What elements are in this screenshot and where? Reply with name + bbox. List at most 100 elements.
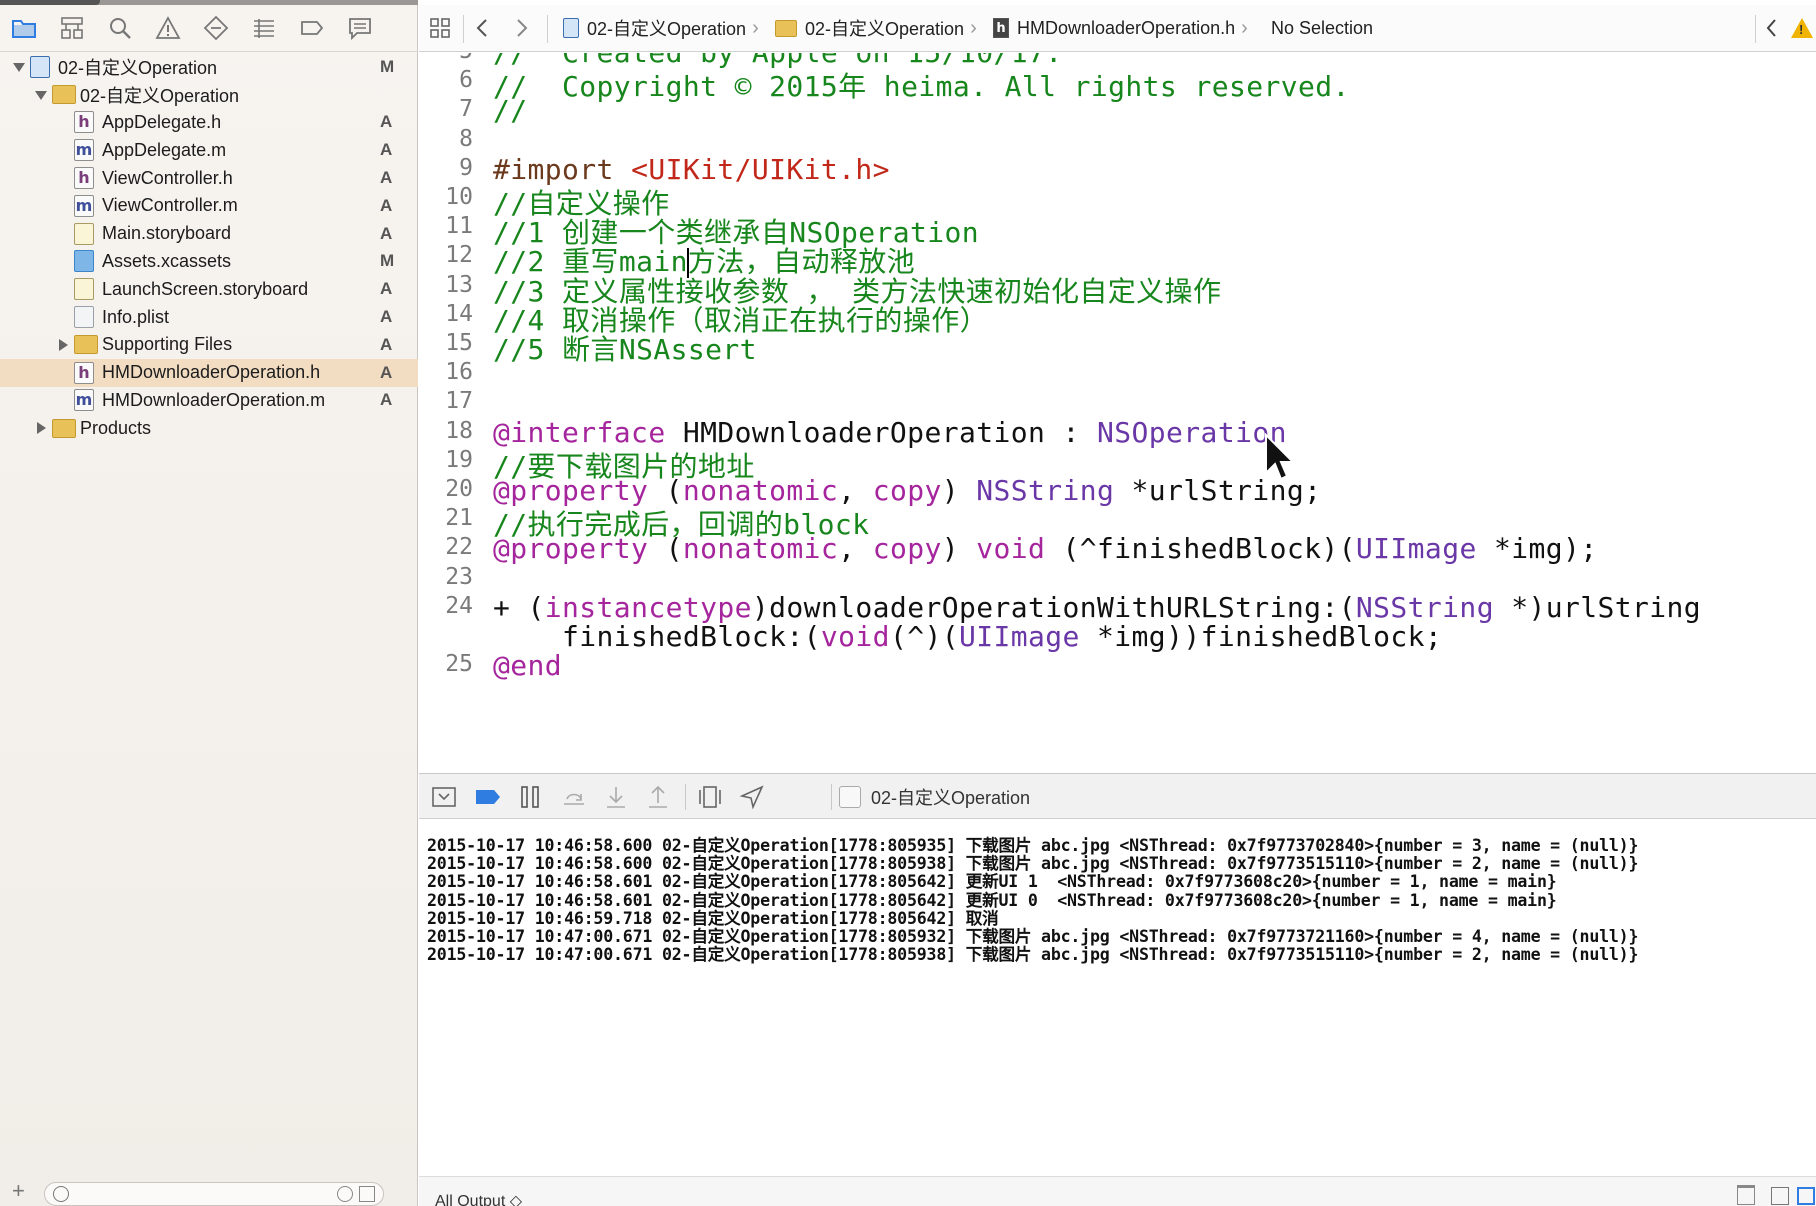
- step-out-button[interactable]: [643, 782, 673, 812]
- line-number: 13: [445, 271, 473, 298]
- disclosure-closed-icon[interactable]: [34, 421, 48, 435]
- console-output[interactable]: 2015-10-17 10:46:58.600 02-自定义Operation[…: [419, 820, 1816, 1176]
- line-number: 18: [445, 417, 473, 444]
- diamond-icon: [203, 15, 229, 41]
- plist-icon: [74, 306, 94, 329]
- debug-bar: 02-自定义Operation: [419, 773, 1816, 819]
- step-into-button[interactable]: [601, 782, 631, 812]
- code-token: #import: [493, 152, 632, 186]
- simulate-location-button[interactable]: [737, 782, 767, 812]
- code-token: //5 断言NSAssert: [493, 333, 757, 366]
- jump-bar-file[interactable]: h HMDownloaderOperation.h ›: [993, 5, 1248, 52]
- debug-target[interactable]: 02-自定义Operation: [839, 774, 1030, 820]
- breakpoint-navigator-tab[interactable]: [288, 5, 336, 52]
- code-line[interactable]: //5 断言NSAssert: [493, 328, 757, 368]
- project-navigator-tab[interactable]: [0, 5, 48, 52]
- jump-bar-selection[interactable]: No Selection: [1271, 5, 1373, 52]
- file-tree-item[interactable]: LaunchScreen.storyboard A: [0, 275, 418, 303]
- line-number: 10: [445, 184, 473, 210]
- file-tree-item-label: Products: [80, 417, 152, 438]
- file-tree-item[interactable]: Assets.xcassets M: [0, 248, 418, 276]
- code-line[interactable]: @property (nonatomic, copy) NSString *ur…: [493, 474, 1321, 507]
- line-number: 9: [459, 154, 473, 181]
- file-tree-item[interactable]: Supporting Files A: [0, 331, 418, 359]
- storyboard-icon: [74, 278, 94, 301]
- recent-files-icon[interactable]: [337, 1186, 353, 1202]
- jump-bar-project[interactable]: 02-自定义Operation ›: [563, 5, 759, 52]
- file-tree-item[interactable]: m ViewController.m A: [0, 192, 418, 220]
- report-navigator-tab[interactable]: [336, 5, 384, 52]
- go-forward-button[interactable]: [511, 5, 531, 52]
- add-file-icon[interactable]: +: [12, 1178, 25, 1204]
- code-token: ,: [838, 532, 873, 566]
- file-tree-item[interactable]: 02-自定义Operation: [0, 81, 418, 109]
- line-number: 20: [445, 476, 473, 502]
- file-tree-item[interactable]: h AppDelegate.h A: [0, 109, 418, 137]
- go-back-button[interactable]: [473, 5, 493, 52]
- view-debugger-button[interactable]: [695, 782, 725, 812]
- location-arrow-icon: [739, 785, 764, 810]
- hide-debug-area-button[interactable]: [429, 782, 459, 812]
- line-number: 15: [445, 330, 473, 356]
- code-token: UIImage: [1355, 532, 1477, 566]
- file-tree-item[interactable]: h HMDownloaderOperation.h A: [0, 358, 418, 387]
- trash-icon[interactable]: [1737, 1185, 1755, 1205]
- code-token: *)urlString: [1493, 590, 1702, 624]
- code-line[interactable]: + (instancetype)downloaderOperationWithU…: [493, 591, 1701, 624]
- breakpoints-toggle-button[interactable]: [473, 782, 503, 812]
- code-line[interactable]: @end: [493, 649, 562, 682]
- source-editor[interactable]: 5 6789 10 11121314 15 16171819 20 21222324 25 //…: [419, 53, 1816, 773]
- pause-button[interactable]: [515, 782, 545, 812]
- code-token: (: [648, 474, 683, 507]
- folder-icon: [74, 335, 98, 355]
- file-tree-item[interactable]: Products: [0, 414, 418, 442]
- source-control-status-badge: A: [380, 307, 393, 327]
- code-line[interactable]: finishedBlock:(void(^)(UIImage *img))fin…: [493, 620, 1442, 653]
- file-tree-item[interactable]: Main.storyboard A: [0, 220, 418, 248]
- code-line[interactable]: //: [493, 94, 528, 127]
- symbol-navigator-tab[interactable]: [48, 5, 96, 52]
- previous-issue-button[interactable]: [1763, 5, 1781, 52]
- issue-indicator[interactable]: [1791, 5, 1813, 52]
- source-control-status-badge: A: [380, 195, 393, 215]
- code-token: @end: [493, 649, 563, 683]
- chevron-left-icon: [476, 19, 487, 37]
- debug-navigator-tab[interactable]: [240, 5, 288, 52]
- disclosure-open-icon[interactable]: [34, 88, 48, 102]
- test-navigator-tab[interactable]: [192, 5, 240, 52]
- file-tree-item-label: LaunchScreen.storyboard: [102, 278, 309, 299]
- source-control-status-badge: A: [380, 168, 393, 188]
- source-control-filter-icon[interactable]: [359, 1186, 375, 1202]
- source-control-status-badge: A: [380, 279, 393, 299]
- output-selector[interactable]: All Output ◇: [435, 1191, 522, 1206]
- variables-pane-toggle-icon[interactable]: [1771, 1187, 1789, 1205]
- code-line[interactable]: #import <UIKit/UIKit.h>: [493, 153, 890, 186]
- project-navigator: 02-自定义Operation M 02-自定义Operation h AppDeleg…: [0, 0, 418, 1206]
- find-navigator-tab[interactable]: [96, 5, 144, 52]
- filter-field[interactable]: [44, 1182, 384, 1206]
- source-file-icon: m: [74, 139, 94, 162]
- code-token: ): [941, 474, 977, 507]
- file-tree-item[interactable]: m HMDownloaderOperation.m A: [0, 387, 418, 415]
- file-tree-item[interactable]: m AppDelegate.m A: [0, 136, 418, 164]
- jump-bar-group[interactable]: 02-自定义Operation ›: [775, 5, 977, 52]
- file-tree-item[interactable]: Info.plist A: [0, 303, 418, 331]
- issue-navigator-tab[interactable]: [144, 5, 192, 52]
- code-line[interactable]: @interface HMDownloaderOperation : NSOpe…: [493, 416, 1287, 449]
- code-line[interactable]: @property (nonatomic, copy) void (^finis…: [493, 532, 1598, 565]
- source-control-status-badge: M: [380, 251, 395, 271]
- source-control-status-badge: A: [380, 140, 393, 160]
- disclosure-closed-icon[interactable]: [56, 338, 70, 352]
- code-token: (^)(: [889, 620, 959, 653]
- code-line[interactable]: // Copyright © 2015年 heima. All rights r…: [493, 65, 1350, 105]
- code-token: //: [493, 94, 528, 128]
- disclosure-open-icon[interactable]: [12, 60, 26, 74]
- related-items-button[interactable]: [429, 5, 451, 52]
- folder-icon: [52, 85, 76, 105]
- step-over-button[interactable]: [559, 782, 589, 812]
- code-token: UIImage: [958, 620, 1080, 653]
- console-pane-toggle-icon[interactable]: [1797, 1187, 1815, 1205]
- file-tree-item[interactable]: 02-自定义Operation M: [0, 53, 418, 81]
- line-number: 5: [419, 53, 473, 64]
- file-tree-item[interactable]: h ViewController.h A: [0, 164, 418, 192]
